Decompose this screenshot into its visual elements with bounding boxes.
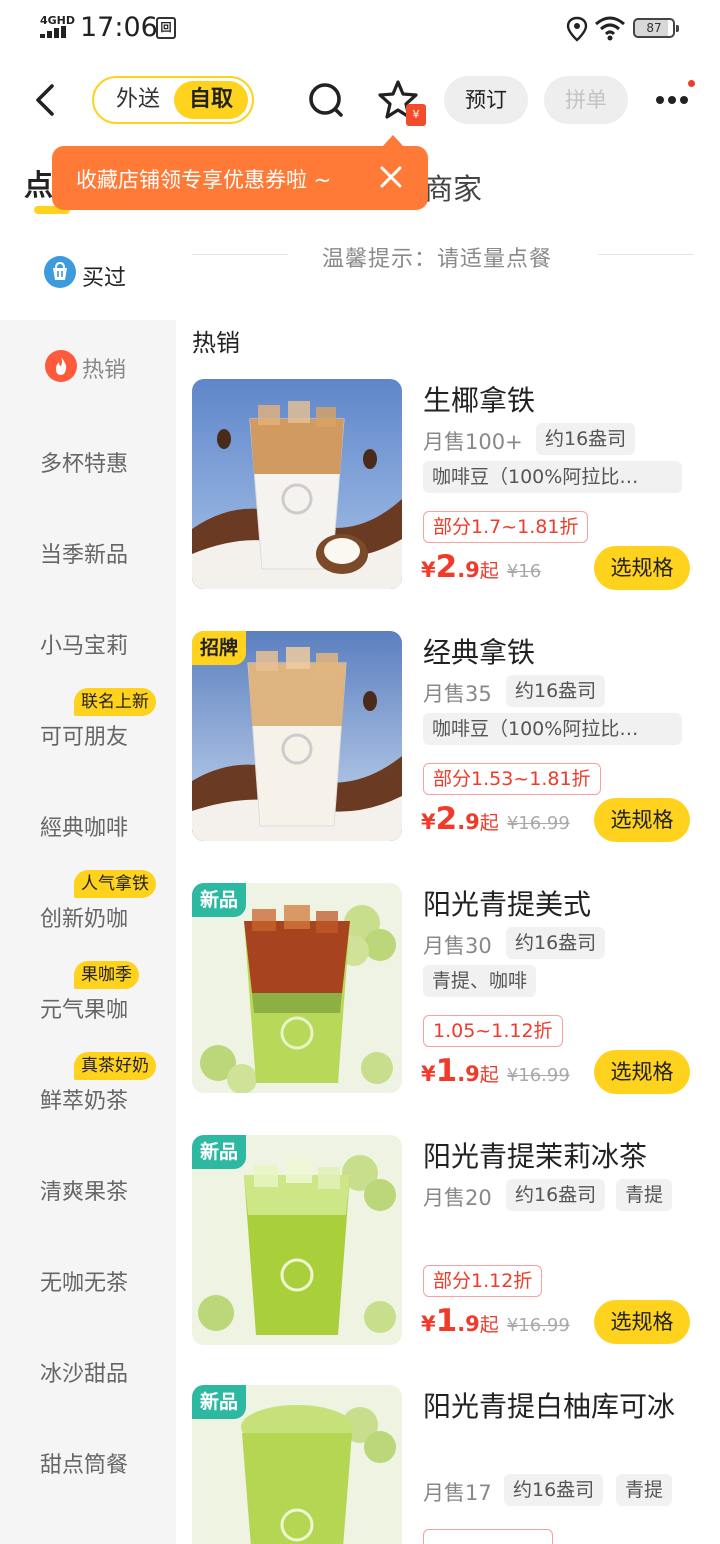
ingredient-chip: 青提、咖啡 bbox=[423, 965, 537, 997]
original-price: ¥16.99 bbox=[506, 813, 570, 834]
sidebar-item-fruit-tea[interactable]: 清爽果茶 bbox=[40, 1174, 128, 1206]
back-arrow-icon[interactable] bbox=[30, 80, 62, 120]
price: ¥1.9起 ¥16.99 bbox=[421, 1053, 570, 1089]
size-chip: 约16盎司 bbox=[506, 1179, 606, 1211]
clock: 17:06 bbox=[80, 12, 158, 43]
ingredient-chip: 咖啡豆（100%阿拉比… bbox=[423, 713, 682, 745]
product-card[interactable]: 新品 阳光青提美式 月售30 约16盎司 青提、咖啡 1.05~1.12折 ¥1… bbox=[192, 883, 702, 1095]
tab-merchant[interactable]: 商家 bbox=[424, 166, 482, 208]
signature-tag: 招牌 bbox=[192, 631, 247, 665]
search-icon[interactable] bbox=[306, 80, 346, 120]
new-tag: 新品 bbox=[192, 1135, 247, 1169]
sidebar-item-cocoa-friends[interactable]: 可可朋友 bbox=[40, 719, 128, 751]
basket-icon bbox=[44, 256, 76, 288]
product-card[interactable]: 新品 阳光青提茉莉冰茶 月售20 约16盎司 青提 部分1.12折 ¥1.9起 ¥… bbox=[192, 1135, 702, 1347]
new-tag: 新品 bbox=[192, 1385, 247, 1419]
flame-icon bbox=[45, 350, 77, 382]
sidebar-item-fruit-coffee[interactable]: 元气果咖 bbox=[40, 992, 128, 1024]
product-card[interactable]: 生椰拿铁 月售100+ 约16盎司 咖啡豆（100%阿拉比… 部分1.7~1.8… bbox=[192, 379, 702, 591]
sidebar-badge: 果咖季 bbox=[74, 961, 139, 989]
sidebar-badge: 真茶好奶 bbox=[74, 1052, 156, 1080]
product-card[interactable]: 新品 阳光青提白柚库可冰 月售17 约16盎司 青提 bbox=[192, 1385, 702, 1544]
preorder-button[interactable]: 预订 bbox=[444, 76, 528, 124]
monthly-sales: 月售30 bbox=[423, 934, 492, 958]
pickup-option[interactable]: 自取 bbox=[174, 81, 248, 119]
discount-badge: 部分1.53~1.81折 bbox=[423, 763, 601, 795]
signal-icon bbox=[40, 26, 70, 38]
category-sidebar: 热销 多杯特惠 当季新品 小马宝莉 联名上新 可可朋友 經典咖啡 人气拿铁 创新… bbox=[0, 320, 176, 1544]
sidebar-item-classic-coffee[interactable]: 經典咖啡 bbox=[40, 810, 128, 842]
delivery-mode-toggle: 外送 自取 bbox=[92, 76, 254, 124]
divider-line bbox=[598, 254, 694, 255]
original-price: ¥16.99 bbox=[506, 1065, 570, 1086]
product-image[interactable] bbox=[192, 379, 402, 589]
close-icon[interactable] bbox=[378, 164, 404, 190]
select-spec-button[interactable]: 选规格 bbox=[594, 1300, 690, 1344]
more-icon[interactable] bbox=[654, 92, 690, 108]
notification-dot bbox=[688, 80, 695, 87]
tip-text: 温馨提示：请适量点餐 bbox=[322, 247, 553, 272]
sidebar-item-multi-cup[interactable]: 多杯特惠 bbox=[40, 446, 128, 478]
product-name: 生椰拿铁 bbox=[423, 384, 536, 417]
product-name: 阳光青提茉莉冰茶 bbox=[423, 1140, 648, 1173]
sidebar-item-seasonal[interactable]: 当季新品 bbox=[40, 537, 128, 569]
sidebar-item-label: 热销 bbox=[82, 358, 127, 383]
ingredient-chip: 咖啡豆（100%阿拉比… bbox=[423, 461, 682, 493]
tooltip-text: 收藏店铺领专享优惠券啦 ~ bbox=[76, 168, 332, 192]
price: ¥2.9起 ¥16 bbox=[421, 549, 542, 585]
sidebar-item-creative-milk-coffee[interactable]: 创新奶咖 bbox=[40, 901, 128, 933]
sidebar-badge: 联名上新 bbox=[74, 688, 156, 716]
divider-line bbox=[192, 254, 288, 255]
ingredient-chip: 青提 bbox=[616, 1474, 673, 1506]
sidebar-item-smoothie-dessert[interactable]: 冰沙甜品 bbox=[40, 1356, 128, 1388]
size-chip: 约16盎司 bbox=[506, 675, 606, 707]
top-bar: 外送 自取 ¥ 预订 拼单 bbox=[0, 66, 720, 136]
price: ¥1.9起 ¥16.99 bbox=[421, 1303, 570, 1339]
delivery-option[interactable]: 外送 bbox=[100, 81, 176, 119]
sidebar-item-no-coffee-no-tea[interactable]: 无咖无茶 bbox=[40, 1265, 128, 1297]
size-chip: 约16盎司 bbox=[536, 423, 636, 455]
favorite-coupon-tooltip: 收藏店铺领专享优惠券啦 ~ bbox=[52, 135, 428, 210]
discount-badge: 1.05~1.12折 bbox=[423, 1015, 563, 1047]
location-icon bbox=[566, 16, 588, 42]
discount-badge: 部分1.7~1.81折 bbox=[423, 511, 589, 543]
sidebar-item-my-little-pony[interactable]: 小马宝莉 bbox=[40, 628, 128, 660]
size-chip: 约16盎司 bbox=[504, 1474, 604, 1506]
select-spec-button[interactable]: 选规格 bbox=[594, 798, 690, 842]
monthly-sales: 月售35 bbox=[423, 682, 492, 706]
product-name: 阳光青提美式 bbox=[423, 888, 592, 921]
monthly-sales: 月售20 bbox=[423, 1186, 492, 1210]
product-name: 阳光青提白柚库可冰 bbox=[423, 1390, 676, 1423]
status-bar: 4GHD 17:06 回 87 bbox=[0, 0, 720, 58]
coupon-icon: ¥ bbox=[406, 104, 426, 126]
section-title: 热销 bbox=[192, 329, 240, 357]
new-tag: 新品 bbox=[192, 883, 247, 917]
favorite-store-button[interactable]: ¥ bbox=[376, 78, 430, 128]
bought-label: 买过 bbox=[82, 266, 127, 291]
select-spec-button[interactable]: 选规格 bbox=[594, 1050, 690, 1094]
group-order-button[interactable]: 拼单 bbox=[544, 76, 628, 124]
bought-before-filter[interactable]: 买过 bbox=[30, 248, 170, 298]
battery-icon: 87 bbox=[633, 18, 679, 38]
sidebar-item-hot[interactable]: 热销 bbox=[0, 340, 176, 392]
monthly-sales: 月售100+ bbox=[423, 430, 523, 454]
select-spec-button[interactable]: 选规格 bbox=[594, 546, 690, 590]
coffee-drink-image bbox=[192, 379, 402, 589]
sidebar-item-milk-tea[interactable]: 鲜萃奶茶 bbox=[40, 1083, 128, 1115]
monthly-sales: 月售17 bbox=[423, 1481, 492, 1505]
tab-menu[interactable]: 点 bbox=[24, 162, 53, 204]
original-price: ¥16.99 bbox=[506, 1315, 570, 1336]
discount-badge: 部分1.12折 bbox=[423, 1265, 543, 1297]
product-name: 经典拿铁 bbox=[423, 636, 536, 669]
price: ¥2.9起 ¥16.99 bbox=[421, 801, 570, 837]
ingredient-chip: 青提 bbox=[616, 1179, 673, 1211]
sidebar-badge: 人气拿铁 bbox=[74, 870, 156, 898]
size-chip: 约16盎司 bbox=[506, 927, 606, 959]
sim-icon: 回 bbox=[156, 17, 176, 39]
discount-badge bbox=[423, 1529, 553, 1544]
wifi-icon bbox=[595, 16, 625, 41]
original-price: ¥16 bbox=[506, 561, 542, 582]
product-card[interactable]: 招牌 经典拿铁 月售35 约16盎司 咖啡豆（100%阿拉比… 部分1.53~1… bbox=[192, 631, 702, 843]
sidebar-item-dessert-combo[interactable]: 甜点筒餐 bbox=[40, 1447, 128, 1479]
